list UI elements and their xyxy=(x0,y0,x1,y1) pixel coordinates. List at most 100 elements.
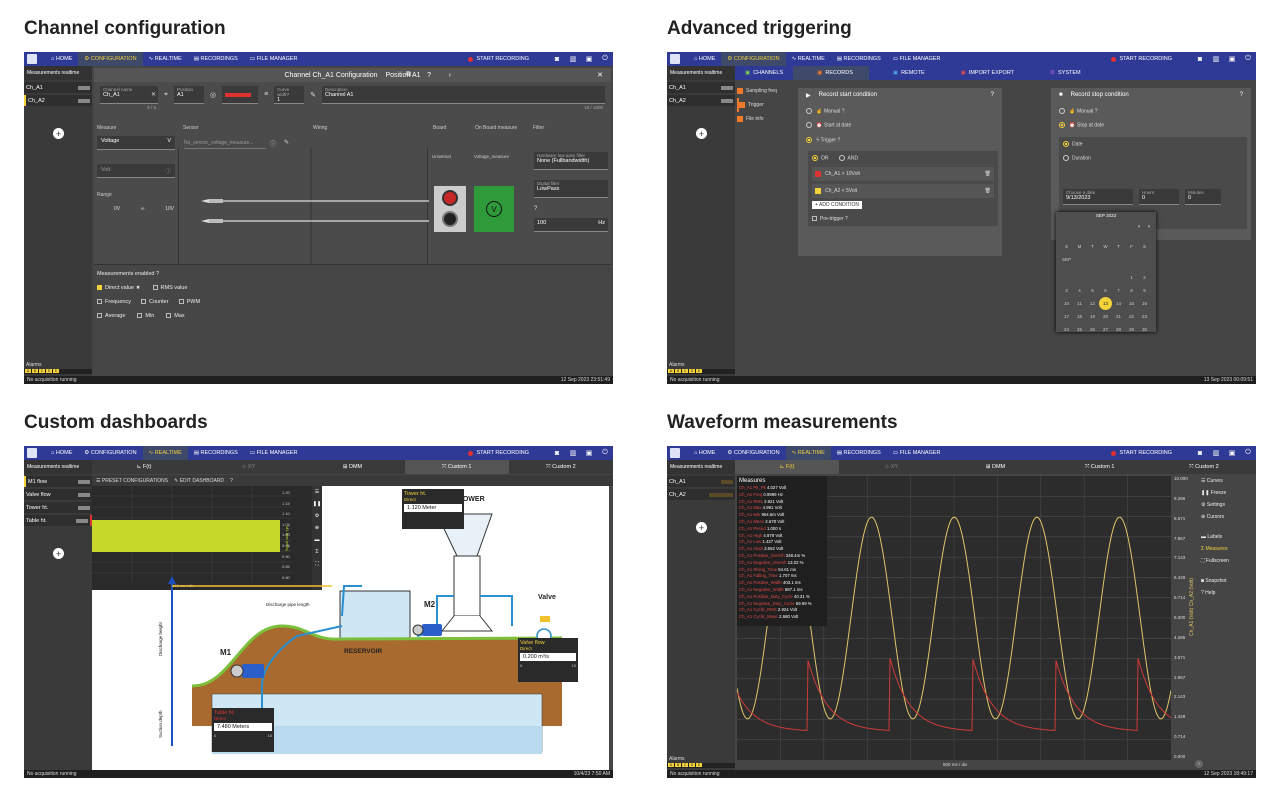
channel-item[interactable]: M1 flow xyxy=(24,476,92,487)
curve-width-field[interactable]: Curve width* 1 xyxy=(274,86,305,104)
filter-help-icon[interactable]: ? xyxy=(534,206,537,212)
nav-realtime[interactable]: ∿ REALTIME xyxy=(143,52,188,66)
condition-row[interactable]: Ch_A1 > 10Volt 🗑 xyxy=(812,167,994,182)
calendar-day[interactable]: 23 xyxy=(1138,310,1151,323)
channel-item[interactable]: Ch_A1 xyxy=(667,82,735,93)
nav-recordings[interactable]: ▤ RECORDINGS xyxy=(831,446,887,460)
calendar-day[interactable]: 3 xyxy=(1060,284,1073,297)
tab-custom-1[interactable]: ⤧ Custom 1 xyxy=(404,460,509,474)
tab-custom-2[interactable]: ⤧ Custom 2 xyxy=(1152,460,1256,474)
check-min[interactable]: Min xyxy=(137,313,154,319)
menu-trigger[interactable]: Trigger xyxy=(737,98,795,112)
help-icon[interactable]: ? xyxy=(991,92,994,98)
nav-home[interactable]: ⌂ HOME xyxy=(45,52,78,66)
check-frequency[interactable]: Frequency xyxy=(97,299,131,305)
channel-item[interactable]: Ch_A1 xyxy=(24,82,92,93)
calendar-day[interactable]: 20 xyxy=(1099,310,1112,323)
calendar-day[interactable]: 4 xyxy=(1073,284,1086,297)
calendar-day[interactable]: 28 xyxy=(1112,323,1125,336)
nav-file-manager[interactable]: ▭ FILE MANAGER xyxy=(887,446,947,460)
tab-dmm[interactable]: ⊞ DMM xyxy=(943,460,1047,474)
choose-date-field[interactable]: Choose a date 9/13/2023 xyxy=(1063,188,1133,205)
check-rms-value[interactable]: RMS value xyxy=(152,285,187,291)
tab-ft[interactable]: ⊾ F(t) xyxy=(92,460,196,474)
calendar-day[interactable]: 21 xyxy=(1112,310,1125,323)
calendar-day[interactable]: 9 xyxy=(1138,284,1151,297)
and-option[interactable]: AND xyxy=(838,154,858,161)
calendar-day[interactable]: 25 xyxy=(1073,323,1086,336)
camera-icon[interactable]: ◙ xyxy=(549,52,565,66)
or-option[interactable]: OR xyxy=(812,154,829,161)
channel-item[interactable]: Ch_A1 xyxy=(667,476,735,487)
start-at-date-option[interactable]: ⏰ Start at date xyxy=(806,122,994,129)
check-max[interactable]: Max xyxy=(166,313,185,319)
book-icon[interactable]: ▥ xyxy=(565,52,581,66)
preset-configurations-button[interactable]: ☰ PRESET CONFIGURATIONS xyxy=(96,478,168,484)
help-icon[interactable]: ? xyxy=(156,271,159,277)
nav-configuration[interactable]: ⚙ CONFIGURATION xyxy=(721,52,786,66)
date-option[interactable]: Date xyxy=(1063,140,1243,147)
lock-icon[interactable]: ▣ xyxy=(1224,52,1240,66)
clear-icon[interactable]: ✕ xyxy=(151,91,156,98)
calendar-day[interactable]: 11 xyxy=(1073,297,1086,310)
delete-icon[interactable]: 🗑 xyxy=(985,171,991,177)
add-channel-button[interactable]: + xyxy=(53,128,64,139)
nav-realtime[interactable]: ∿ REALTIME xyxy=(142,446,188,460)
check-average[interactable]: Average xyxy=(97,313,125,319)
book-icon[interactable]: ▥ xyxy=(1208,446,1224,460)
tab-xy[interactable]: ⊹ XY xyxy=(196,460,300,474)
tab-import-export[interactable]: ▣ IMPORT EXPORT xyxy=(937,66,1026,80)
nav-file-manager[interactable]: ▭ FILE MANAGER xyxy=(887,52,947,66)
channel-item[interactable]: Ch_A2 xyxy=(24,95,92,106)
calendar-day[interactable]: 6 xyxy=(1099,284,1112,297)
calendar-day[interactable]: 10 xyxy=(1060,297,1073,310)
pretrigger-option[interactable]: Pre-trigger ? xyxy=(812,216,994,222)
calendar-day[interactable]: 17 xyxy=(1060,310,1073,323)
camera-icon[interactable]: ◙ xyxy=(1192,446,1208,460)
calendar-day[interactable] xyxy=(1073,266,1086,279)
tool-curves[interactable]: ☰ Curves xyxy=(1201,478,1255,490)
calendar-day[interactable]: 14 xyxy=(1112,297,1125,310)
description-field[interactable]: Description Channel A1 10 / 1000 xyxy=(322,86,605,110)
nav-home[interactable]: ⌂ HOME xyxy=(688,52,721,66)
tool-cursors[interactable]: ⊕ Cursors xyxy=(1201,514,1255,534)
tab-channels[interactable]: ▣ CHANNELS xyxy=(735,66,793,80)
digital-filter-select[interactable]: Digital filter LowPass xyxy=(534,180,608,198)
menu-file-info[interactable]: File info xyxy=(737,112,795,126)
calendar-day[interactable]: 16 xyxy=(1138,297,1151,310)
help-icon[interactable]: ? xyxy=(230,478,233,484)
calendar-day[interactable]: 18 xyxy=(1073,310,1086,323)
nav-file-manager[interactable]: ▭ FILE MANAGER xyxy=(244,52,304,66)
lock-icon[interactable]: ▣ xyxy=(1224,446,1240,460)
delete-icon[interactable]: 🗑 xyxy=(985,188,991,194)
nav-file-manager[interactable]: ▭ FILE MANAGER xyxy=(244,446,304,460)
start-recording-button[interactable]: START RECORDING xyxy=(468,450,529,456)
tab-remote[interactable]: ▣ REMOTE xyxy=(869,66,937,80)
frequency-field[interactable]: 100 Hz xyxy=(534,218,608,232)
start-trigger-option[interactable]: ϟ Trigger ? xyxy=(806,136,994,143)
nav-recordings[interactable]: ▤ RECORDINGS xyxy=(188,446,244,460)
calendar-day[interactable]: 24 xyxy=(1060,323,1073,336)
nav-recordings[interactable]: ▤ RECORDINGS xyxy=(831,52,887,66)
tab-ft[interactable]: ⊾ F(t) xyxy=(735,460,840,474)
tool-settings[interactable]: ⚙ Settings xyxy=(1201,502,1255,514)
calendar-day[interactable]: 15 xyxy=(1125,297,1138,310)
check-direct-value[interactable]: Direct value ★ xyxy=(97,285,141,291)
tool-measures[interactable]: Σ Measures xyxy=(1201,546,1255,558)
calendar-day[interactable] xyxy=(1060,266,1073,279)
tab-records[interactable]: ▣ RECORDS xyxy=(793,66,869,80)
prev-month-icon[interactable]: ‹ xyxy=(1138,224,1140,230)
tab-xy[interactable]: ⊹ XY xyxy=(839,460,943,474)
start-manual-option[interactable]: ☝ Manual ? xyxy=(806,108,994,114)
stop-at-date-option[interactable]: ⏰ Stop at date xyxy=(1059,122,1243,129)
start-recording-button[interactable]: START RECORDING xyxy=(468,56,529,62)
hw-filter-select[interactable]: Hardware low pass filter None (Fullbandw… xyxy=(534,152,608,170)
help-icon[interactable]: ? xyxy=(1240,92,1243,98)
nav-configuration[interactable]: ⚙ CONFIGURATION xyxy=(78,446,142,460)
tool-help[interactable]: ? Help xyxy=(1201,590,1255,602)
calendar-day[interactable]: 26 xyxy=(1086,323,1099,336)
close-icon[interactable]: ✕ xyxy=(597,71,603,79)
link-icon[interactable]: ∞ xyxy=(141,206,145,212)
start-recording-button[interactable]: START RECORDING xyxy=(1111,56,1172,62)
calendar-day[interactable]: 7 xyxy=(1112,284,1125,297)
